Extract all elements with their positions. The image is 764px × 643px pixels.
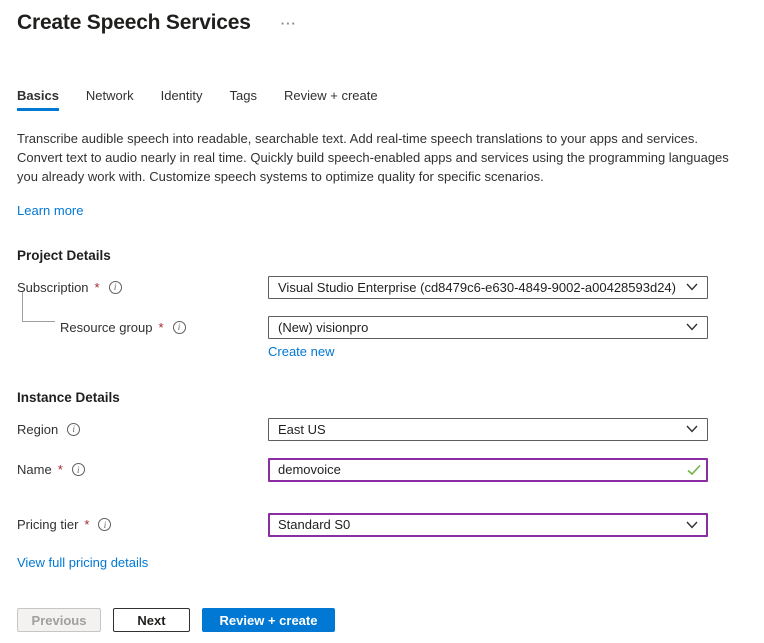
name-row: Name * i: [17, 458, 744, 482]
chevron-down-icon: [686, 323, 698, 331]
blade-header: Create Speech Services ···: [17, 8, 744, 38]
learn-more-link[interactable]: Learn more: [17, 203, 83, 218]
resource-group-label: Resource group: [60, 320, 153, 335]
resource-group-row: Resource group * i (New) visionpro: [17, 316, 744, 339]
region-label-group: Region i: [17, 422, 268, 437]
valid-check-icon: [687, 464, 701, 475]
review-create-button[interactable]: Review + create: [202, 608, 335, 632]
chevron-down-icon: [686, 425, 698, 433]
subscription-row: Subscription* i Visual Studio Enterprise…: [17, 276, 744, 299]
project-details-heading: Project Details: [17, 248, 744, 263]
pricing-tier-value: Standard S0: [278, 517, 350, 532]
project-details-section: Project Details Subscription* i Visual S…: [17, 248, 744, 359]
pricing-tier-label: Pricing tier: [17, 517, 78, 532]
tab-identity[interactable]: Identity: [161, 88, 203, 111]
region-row: Region i East US: [17, 418, 744, 441]
page-title: Create Speech Services: [17, 11, 251, 35]
required-marker: *: [95, 280, 100, 295]
create-new-link[interactable]: Create new: [268, 344, 334, 359]
chevron-down-icon: [686, 521, 698, 529]
instance-details-heading: Instance Details: [17, 390, 744, 405]
view-pricing-link[interactable]: View full pricing details: [17, 555, 148, 570]
resource-group-value: (New) visionpro: [278, 320, 368, 335]
name-input[interactable]: [268, 458, 708, 482]
previous-button[interactable]: Previous: [17, 608, 101, 632]
create-speech-services-blade: Create Speech Services ··· Basics Networ…: [0, 0, 764, 570]
resource-group-connector: [22, 292, 55, 322]
required-marker: *: [159, 320, 164, 335]
resource-group-dropdown[interactable]: (New) visionpro: [268, 316, 708, 339]
subscription-dropdown[interactable]: Visual Studio Enterprise (cd8479c6-e630-…: [268, 276, 708, 299]
subscription-value: Visual Studio Enterprise (cd8479c6-e630-…: [278, 280, 676, 295]
pricing-tier-dropdown[interactable]: Standard S0: [268, 513, 708, 537]
name-label-group: Name * i: [17, 462, 268, 477]
info-icon[interactable]: i: [67, 423, 80, 436]
required-marker: *: [84, 517, 89, 532]
pricing-tier-label-group: Pricing tier * i: [17, 517, 268, 532]
wizard-footer: Previous Next Review + create: [17, 608, 335, 632]
next-button[interactable]: Next: [113, 608, 190, 632]
instance-details-section: Instance Details Region i East US Name * …: [17, 390, 744, 570]
region-label: Region: [17, 422, 58, 437]
info-icon[interactable]: i: [72, 463, 85, 476]
info-icon[interactable]: i: [109, 281, 122, 294]
region-dropdown[interactable]: East US: [268, 418, 708, 441]
tab-basics[interactable]: Basics: [17, 88, 59, 111]
more-options-icon[interactable]: ···: [277, 16, 301, 31]
chevron-down-icon: [686, 283, 698, 291]
tab-review-create[interactable]: Review + create: [284, 88, 378, 111]
region-value: East US: [278, 422, 326, 437]
required-marker: *: [58, 462, 63, 477]
resource-group-label-group: Resource group * i: [17, 320, 268, 335]
pricing-tier-row: Pricing tier * i Standard S0: [17, 513, 744, 537]
name-label: Name: [17, 462, 52, 477]
info-icon[interactable]: i: [98, 518, 111, 531]
tab-tags[interactable]: Tags: [230, 88, 257, 111]
info-icon[interactable]: i: [173, 321, 186, 334]
tab-network[interactable]: Network: [86, 88, 134, 111]
service-description: Transcribe audible speech into readable,…: [17, 130, 741, 187]
blade-tabs: Basics Network Identity Tags Review + cr…: [17, 88, 744, 111]
